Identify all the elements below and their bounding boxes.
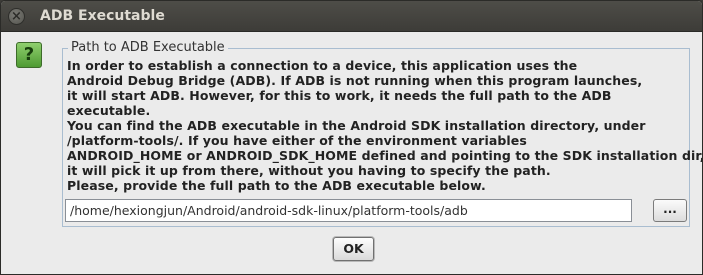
- message-line: Please, provide the full path to the ADB…: [67, 178, 486, 193]
- browse-button[interactable]: ...: [653, 199, 687, 222]
- window-title: ADB Executable: [40, 8, 165, 24]
- title-bar[interactable]: × ADB Executable: [1, 1, 702, 32]
- message-line: it will pick it up from there, without y…: [67, 163, 551, 178]
- message-line: /platform-tools/. If you have either of …: [67, 133, 527, 148]
- message-line: You can find the ADB executable in the A…: [67, 118, 646, 133]
- message-line: it will start ADB. However, for this to …: [67, 88, 612, 103]
- adb-dialog-window: × ADB Executable ? Path to ADB Executabl…: [0, 0, 703, 275]
- question-icon: ?: [16, 42, 42, 68]
- message-line: executable.: [67, 103, 151, 118]
- ok-button[interactable]: OK: [333, 237, 374, 261]
- adb-path-input[interactable]: [65, 199, 632, 222]
- close-icon[interactable]: ×: [8, 8, 25, 25]
- message-line: In order to establish a connection to a …: [67, 58, 578, 73]
- message-line: Android Debug Bridge (ADB). If ADB is no…: [67, 73, 643, 88]
- message-line: ANDROID_HOME or ANDROID_SDK_HOME defined…: [67, 148, 703, 163]
- group-title: Path to ADB Executable: [68, 40, 228, 56]
